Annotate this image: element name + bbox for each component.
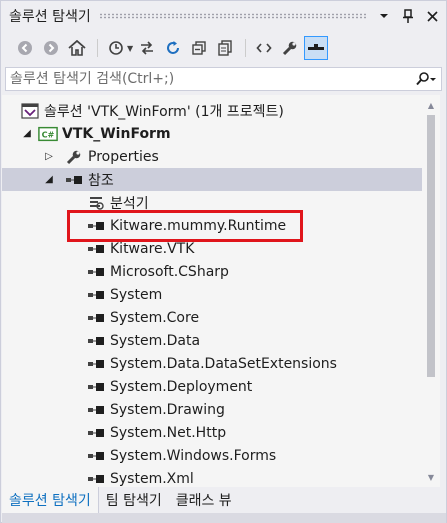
reference-icon bbox=[86, 285, 106, 305]
tree-node-reference[interactable]: System.Core bbox=[2, 306, 422, 329]
window-title: 솔루션 탐색기 bbox=[9, 9, 91, 25]
vertical-scrollbar[interactable]: ▲ ▼ bbox=[422, 95, 440, 487]
tree-node-reference[interactable]: System.Drawing bbox=[2, 398, 422, 421]
pin-icon[interactable] bbox=[398, 6, 418, 26]
reference-label: System.Net.Http bbox=[110, 424, 227, 441]
solution-icon bbox=[20, 101, 40, 121]
reference-label: System bbox=[110, 286, 163, 303]
reference-icon bbox=[86, 308, 106, 328]
search-input[interactable] bbox=[6, 68, 411, 90]
reference-label: System.Drawing bbox=[110, 401, 225, 418]
home-icon[interactable] bbox=[65, 36, 89, 60]
collapsed-arrow-icon[interactable]: ▷ bbox=[42, 150, 56, 164]
tree-node-reference[interactable]: System bbox=[2, 283, 422, 306]
preview-icon[interactable] bbox=[304, 36, 329, 60]
reference-label: System.Core bbox=[110, 309, 200, 326]
bottom-tab-bar: 솔루션 탐색기 팀 탐색기 클래스 뷰 bbox=[2, 487, 446, 513]
reference-icon bbox=[86, 423, 106, 443]
tree-node-reference[interactable]: Microsoft.CSharp bbox=[2, 260, 422, 283]
properties-icon[interactable] bbox=[278, 36, 302, 60]
reference-icon bbox=[86, 331, 106, 351]
scroll-down-icon[interactable]: ▼ bbox=[422, 469, 440, 485]
solution-label: 솔루션 'VTK_WinForm' (1개 프로젝트) bbox=[44, 103, 284, 120]
csharp-project-icon: C# bbox=[38, 124, 58, 144]
reference-label: System.Data.DataSetExtensions bbox=[110, 355, 337, 372]
wrench-icon bbox=[64, 147, 84, 167]
tree-node-reference[interactable]: System.Deployment bbox=[2, 375, 422, 398]
tree-node-properties[interactable]: ▷ Properties bbox=[2, 145, 422, 168]
search-icon[interactable] bbox=[411, 72, 441, 86]
solution-tree: 솔루션 'VTK_WinForm' (1개 프로젝트) ◢ C# VTK_Win… bbox=[2, 95, 422, 487]
history-icon[interactable] bbox=[104, 36, 128, 60]
title-bar: 솔루션 탐색기 bbox=[1, 1, 446, 31]
reference-icon bbox=[86, 400, 106, 420]
properties-label: Properties bbox=[88, 148, 159, 165]
reference-label: Microsoft.CSharp bbox=[110, 263, 229, 280]
reference-icon bbox=[86, 377, 106, 397]
reference-icon bbox=[86, 446, 106, 466]
forward-icon[interactable] bbox=[39, 36, 63, 60]
toolbar: ▼ bbox=[1, 33, 446, 63]
copy-icon[interactable] bbox=[213, 36, 237, 60]
expanded-arrow-icon[interactable]: ◢ bbox=[42, 173, 56, 187]
sync-icon[interactable] bbox=[135, 36, 159, 60]
highlight-box bbox=[67, 210, 303, 242]
tree-node-reference[interactable]: System.Xml bbox=[2, 467, 422, 487]
reference-label: System.Data bbox=[110, 332, 201, 349]
reference-label: System.Xml bbox=[110, 470, 194, 487]
tab-solution-explorer[interactable]: 솔루션 탐색기 bbox=[2, 487, 99, 513]
refresh-icon[interactable] bbox=[161, 36, 185, 60]
scroll-up-icon[interactable]: ▲ bbox=[422, 97, 440, 113]
project-label: VTK_WinForm bbox=[62, 125, 171, 142]
drag-grip[interactable] bbox=[98, 13, 366, 19]
solution-explorer-panel: 솔루션 탐색기 ▼ 솔루션 탐색기 검색(Ctrl+;) 솔루션 'VTK_Wi… bbox=[0, 0, 447, 523]
tab-class-view[interactable]: 클래스 뷰 bbox=[169, 487, 239, 513]
csharp-badge: C# bbox=[42, 129, 55, 139]
scroll-thumb[interactable] bbox=[427, 115, 435, 377]
history-dropdown-icon[interactable]: ▼ bbox=[127, 44, 133, 53]
reference-icon bbox=[86, 262, 106, 282]
collapse-all-icon[interactable] bbox=[187, 36, 211, 60]
reference-label: Kitware.VTK bbox=[110, 240, 195, 257]
tab-team-explorer[interactable]: 팀 탐색기 bbox=[99, 487, 169, 513]
reference-label: System.Deployment bbox=[110, 378, 253, 395]
bottom-strip bbox=[2, 513, 446, 523]
references-label: 참조 bbox=[88, 172, 114, 189]
chevron-down-icon[interactable] bbox=[374, 6, 394, 26]
tree-node-reference[interactable]: System.Net.Http bbox=[2, 421, 422, 444]
reference-icon bbox=[86, 354, 106, 374]
tree-node-references[interactable]: ◢ 참조 bbox=[2, 168, 422, 191]
back-icon[interactable] bbox=[13, 36, 37, 60]
reference-label: System.Windows.Forms bbox=[110, 447, 277, 464]
tree-node-solution[interactable]: 솔루션 'VTK_WinForm' (1개 프로젝트) bbox=[2, 99, 422, 122]
close-icon[interactable] bbox=[422, 6, 442, 26]
toolbar-separator bbox=[97, 39, 98, 57]
code-icon[interactable] bbox=[252, 36, 276, 60]
search-box bbox=[5, 67, 442, 91]
toolbar-separator bbox=[245, 39, 247, 57]
reference-icon bbox=[86, 469, 106, 488]
tree-node-reference[interactable]: System.Data.DataSetExtensions bbox=[2, 352, 422, 375]
tree-node-reference[interactable]: System.Windows.Forms bbox=[2, 444, 422, 467]
references-icon bbox=[64, 170, 84, 190]
expanded-arrow-icon[interactable]: ◢ bbox=[20, 127, 34, 141]
tree-node-reference[interactable]: System.Data bbox=[2, 329, 422, 352]
tree-node-project[interactable]: ◢ C# VTK_WinForm bbox=[2, 122, 422, 145]
